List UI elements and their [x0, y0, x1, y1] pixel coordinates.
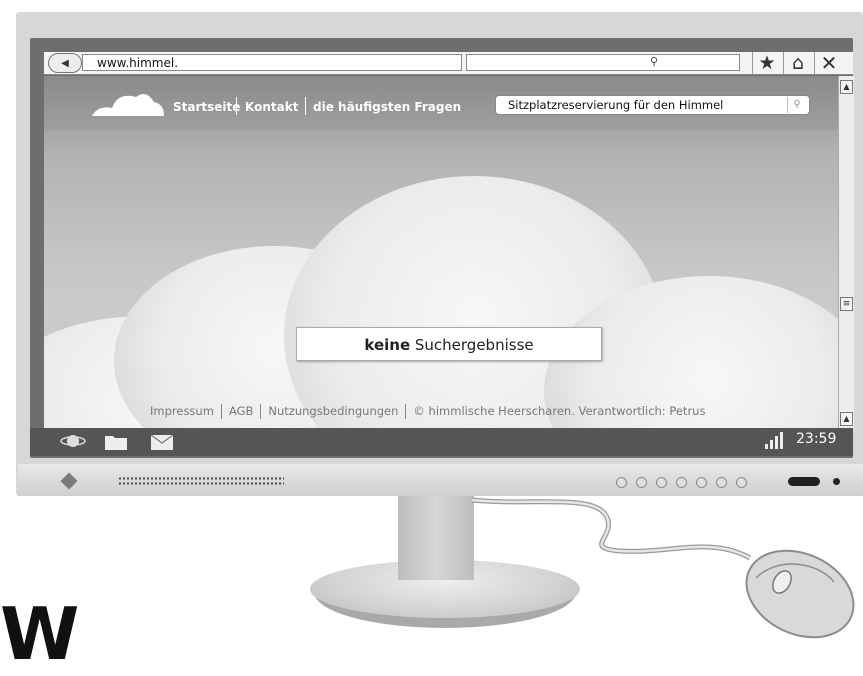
scrollbar[interactable] — [838, 76, 854, 428]
browser-search-input[interactable] — [466, 54, 740, 71]
back-arrow-icon: ◀ — [61, 57, 69, 69]
mail-icon[interactable] — [150, 434, 174, 451]
cloud-logo-icon[interactable] — [90, 90, 166, 118]
planet-icon[interactable] — [60, 431, 86, 451]
result-text: Suchergebnisse — [410, 336, 534, 354]
footer-separator — [220, 404, 222, 419]
nav-link-startseite[interactable]: Startseite — [173, 100, 240, 114]
result-emphasis: keine — [364, 336, 411, 354]
clock: 23:59 — [796, 431, 837, 447]
close-icon[interactable]: ✕ — [814, 51, 843, 75]
search-icon[interactable]: ⚲ — [787, 97, 806, 113]
power-led — [833, 478, 840, 485]
url-input[interactable]: www.himmel. — [82, 54, 462, 71]
scroll-up-button[interactable]: ▲ — [840, 80, 853, 94]
monitor-button[interactable] — [696, 477, 707, 488]
footer-link-agb[interactable]: AGB — [229, 404, 253, 418]
home-icon[interactable]: ⌂ — [783, 52, 812, 74]
footer-link-nutzungsbedingungen[interactable]: Nutzungsbedingungen — [268, 404, 398, 418]
nav-separator — [236, 97, 237, 115]
nav-link-kontakt[interactable]: Kontakt — [245, 100, 298, 114]
monitor-button[interactable] — [716, 477, 727, 488]
monitor-button[interactable] — [616, 477, 627, 488]
site-search-input[interactable]: Sitzplatzreservierung für den Himmel — [495, 95, 810, 115]
star-icon[interactable]: ★ — [752, 52, 781, 74]
footer-copyright: © himmlische Heerscharen. Verantwortlich… — [413, 404, 706, 418]
power-slot — [788, 477, 820, 486]
signal-icon — [765, 432, 783, 449]
nav-separator — [305, 97, 306, 115]
monitor-button[interactable] — [636, 477, 647, 488]
folder-icon[interactable] — [104, 433, 128, 451]
monitor-button[interactable] — [736, 477, 747, 488]
speaker-grille — [118, 476, 284, 486]
back-button[interactable]: ◀ — [48, 53, 82, 73]
footer-separator — [405, 404, 407, 419]
nav-link-faq[interactable]: die häufigsten Fragen — [313, 100, 461, 114]
site-footer: Impressum AGB Nutzungsbedingungen © himmlis… — [150, 404, 705, 419]
footer-link-impressum[interactable]: Impressum — [150, 404, 214, 418]
monitor-button[interactable] — [676, 477, 687, 488]
footer-separator — [260, 404, 262, 419]
computer-mouse-icon — [745, 549, 855, 639]
search-result-box: keine Suchergebnisse — [296, 327, 602, 361]
stand-neck — [398, 496, 474, 580]
scroll-thumb[interactable]: ≡ — [840, 297, 853, 311]
brand-letter: W — [0, 592, 80, 676]
scroll-down-button[interactable]: ▲ — [840, 412, 853, 426]
search-icon[interactable]: ⚲ — [650, 55, 658, 68]
monitor-button[interactable] — [656, 477, 667, 488]
